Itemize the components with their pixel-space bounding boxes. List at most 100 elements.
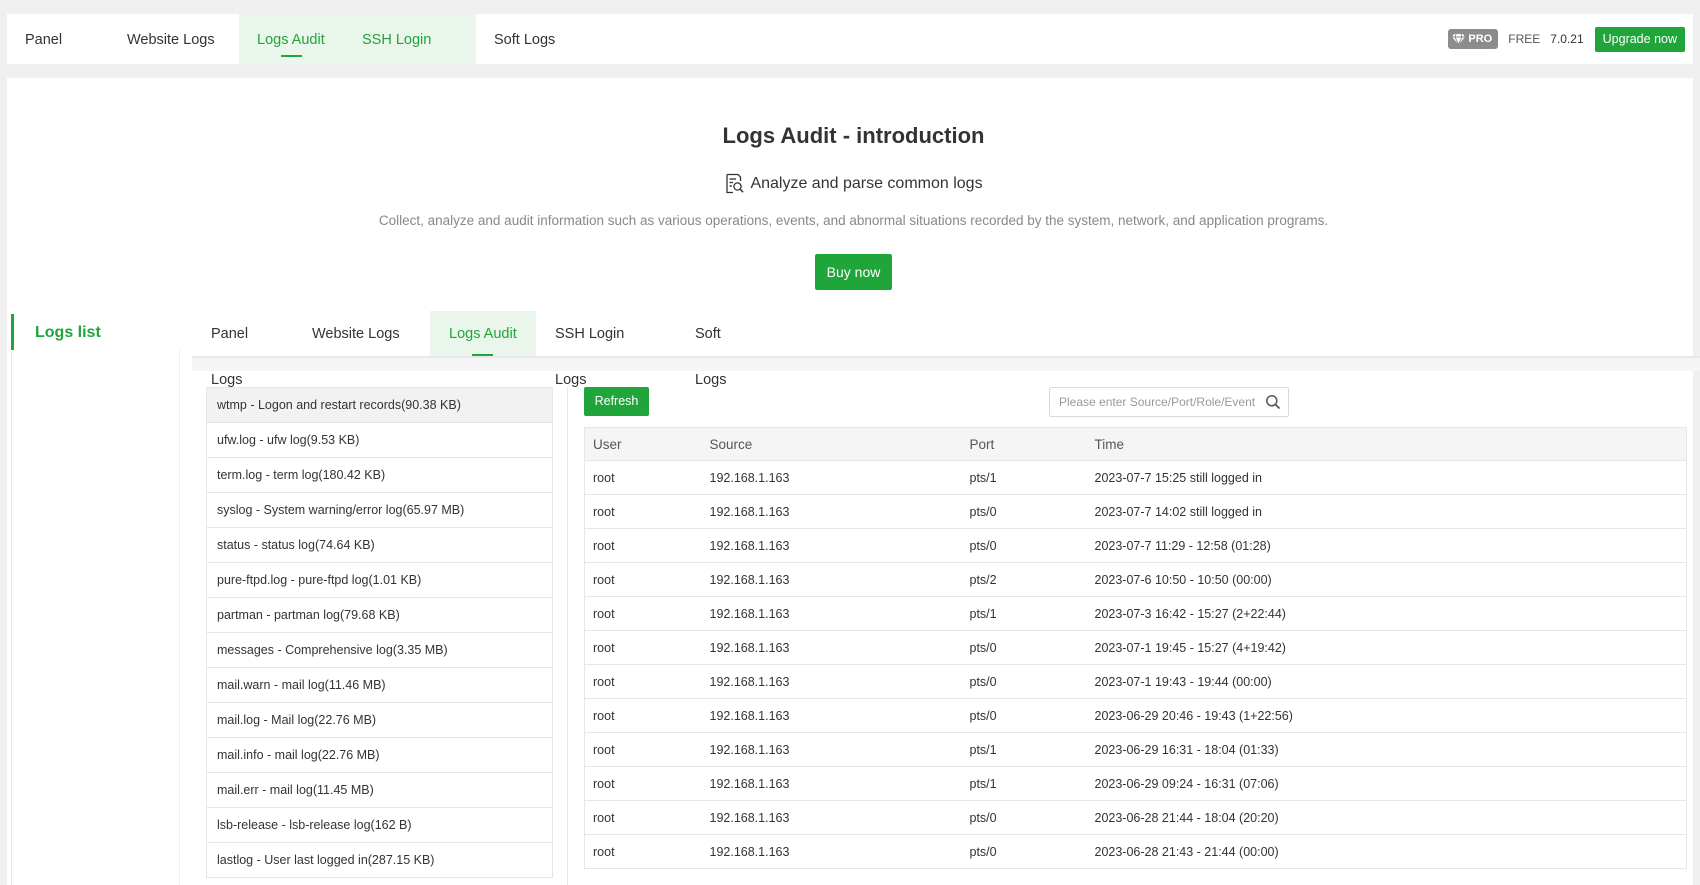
cell-time: 2023-06-29 20:46 - 19:43 (1+22:56): [1086, 698, 1687, 733]
tab-panel-logs[interactable]: Panel Logs: [7, 14, 109, 100]
tab-logs-audit[interactable]: Logs Audit: [239, 14, 344, 64]
cell-time: 2023-07-7 11:29 - 12:58 (01:28): [1086, 528, 1687, 563]
log-file-item[interactable]: term.log - term log(180.42 KB): [207, 458, 552, 493]
cell-user: root: [584, 732, 702, 767]
log-file-item[interactable]: lastlog - User last logged in(287.15 KB): [207, 843, 552, 878]
log-analysis-icon: [726, 173, 744, 194]
table-row: root 192.168.1.163 pts/0 2023-07-1 19:43 - …: [584, 664, 1687, 699]
cell-user: root: [584, 698, 702, 733]
cell-time: 2023-06-29 16:31 - 18:04 (01:33): [1086, 732, 1687, 767]
inner-tab-panel-logs[interactable]: Panel Logs: [192, 311, 293, 388]
table-row: root 192.168.1.163 pts/0 2023-06-29 20:46 -…: [584, 698, 1687, 733]
log-file-list: wtmp - Logon and restart records(90.38 K…: [206, 387, 553, 878]
cell-source: 192.168.1.163: [701, 664, 962, 699]
version-label: 7.0.21: [1550, 32, 1584, 46]
log-file-item[interactable]: ufw.log - ufw log(9.53 KB): [207, 423, 552, 458]
intro-subtitle-text: Analyze and parse common logs: [750, 174, 983, 192]
log-file-item[interactable]: lsb-release - lsb-release log(162 B): [207, 808, 552, 843]
log-file-item[interactable]: mail.log - Mail log(22.76 MB): [207, 703, 552, 738]
log-file-item[interactable]: messages - Comprehensive log(3.35 MB): [207, 633, 552, 668]
log-file-item[interactable]: mail.warn - mail log(11.46 MB): [207, 668, 552, 703]
cell-source: 192.168.1.163: [701, 766, 962, 801]
table-row: root 192.168.1.163 pts/1 2023-07-7 15:25 st…: [584, 460, 1687, 495]
refresh-button[interactable]: Refresh: [584, 387, 649, 416]
top-nav-bar: Panel Logs Website Logs Logs Audit SSH L…: [7, 14, 1693, 100]
free-label: FREE: [1508, 32, 1541, 46]
logs-list-indicator: [11, 314, 14, 350]
table-row: root 192.168.1.163 pts/1 2023-06-29 16:31 -…: [584, 732, 1687, 767]
column-header-source: Source: [701, 427, 962, 461]
cell-source: 192.168.1.163: [701, 630, 962, 665]
log-file-item[interactable]: pure-ftpd.log - pure-ftpd log(1.01 KB): [207, 563, 552, 598]
diamond-icon: [1452, 33, 1466, 45]
table-row: root 192.168.1.163 pts/1 2023-07-3 16:42 - …: [584, 596, 1687, 631]
cell-user: root: [584, 664, 702, 699]
search-box: [1049, 387, 1289, 417]
cell-user: root: [584, 596, 702, 631]
sidebar-item-logs-list[interactable]: Logs list: [35, 324, 101, 342]
table-row: root 192.168.1.163 pts/0 2023-07-7 14:02 st…: [584, 494, 1687, 529]
table-header-row: User Source Port Time: [584, 427, 1687, 461]
tab-soft-logs[interactable]: Soft Logs: [476, 14, 576, 64]
cell-source: 192.168.1.163: [701, 596, 962, 631]
intro-description: Collect, analyze and audit information s…: [378, 213, 1329, 228]
log-file-item[interactable]: syslog - System warning/error log(65.97 …: [207, 493, 552, 528]
cell-user: root: [584, 630, 702, 665]
cell-time: 2023-06-28 21:43 - 21:44 (00:00): [1086, 834, 1687, 869]
cell-source: 192.168.1.163: [701, 494, 962, 529]
column-header-user: User: [584, 427, 702, 461]
tab-website-logs[interactable]: Website Logs: [109, 14, 239, 64]
search-icon[interactable]: [1265, 394, 1281, 410]
log-file-item[interactable]: mail.err - mail log(11.45 MB): [207, 773, 552, 808]
top-tabs: Panel Logs Website Logs Logs Audit SSH L…: [7, 14, 576, 100]
table-row: root 192.168.1.163 pts/1 2023-06-29 09:24 -…: [584, 766, 1687, 801]
login-records-table: User Source Port Time root 192.168.1.163 p…: [584, 427, 1687, 869]
cell-user: root: [584, 800, 702, 835]
inner-tabs: Panel Logs Website Logs Logs Audit SSH L…: [192, 311, 773, 388]
cell-port: pts/1: [961, 732, 1087, 767]
buy-now-button[interactable]: Buy now: [815, 254, 892, 290]
pro-badge-label: PRO: [1468, 33, 1493, 45]
table-row: root 192.168.1.163 pts/0 2023-07-1 19:45 - …: [584, 630, 1687, 665]
cell-time: 2023-07-1 19:45 - 15:27 (4+19:42): [1086, 630, 1687, 665]
cell-port: pts/0: [961, 698, 1087, 733]
cell-user: root: [584, 766, 702, 801]
cell-port: pts/0: [961, 630, 1087, 665]
inner-tab-soft-logs[interactable]: Soft Logs: [676, 311, 773, 388]
inner-tab-website-logs[interactable]: Website Logs: [293, 311, 430, 356]
column-header-port: Port: [961, 427, 1087, 461]
cell-port: pts/0: [961, 834, 1087, 869]
cell-source: 192.168.1.163: [701, 460, 962, 495]
inner-tab-ssh-login-logs[interactable]: SSH Login Logs: [536, 311, 676, 388]
tab-ssh-login-logs[interactable]: SSH Login Logs: [344, 14, 476, 100]
cell-time: 2023-06-29 09:24 - 16:31 (07:06): [1086, 766, 1687, 801]
cell-source: 192.168.1.163: [701, 562, 962, 597]
cell-source: 192.168.1.163: [701, 800, 962, 835]
search-input[interactable]: [1050, 388, 1262, 416]
table-row: root 192.168.1.163 pts/0 2023-06-28 21:44 -…: [584, 800, 1687, 835]
pro-badge: PRO: [1448, 29, 1499, 49]
cell-user: root: [584, 528, 702, 563]
intro-subtitle: Analyze and parse common logs: [0, 173, 1700, 194]
header-right: PRO FREE 7.0.21 Upgrade now: [1448, 14, 1685, 64]
cell-time: 2023-07-1 19:43 - 19:44 (00:00): [1086, 664, 1687, 699]
inner-tabs-shade: [192, 358, 1700, 371]
cell-port: pts/1: [961, 596, 1087, 631]
upgrade-now-button[interactable]: Upgrade now: [1594, 26, 1685, 52]
intro-title: Logs Audit - introduction: [722, 123, 985, 148]
sidebar-border: [11, 350, 12, 885]
table-row: root 192.168.1.163 pts/0 2023-07-7 11:29 - …: [584, 528, 1687, 563]
cell-port: pts/1: [961, 460, 1087, 495]
cell-time: 2023-06-28 21:44 - 18:04 (20:20): [1086, 800, 1687, 835]
cell-user: root: [584, 562, 702, 597]
log-file-item[interactable]: status - status log(74.64 KB): [207, 528, 552, 563]
inner-tab-logs-audit[interactable]: Logs Audit: [430, 311, 536, 356]
sidebar-divider: [179, 350, 180, 885]
cell-source: 192.168.1.163: [701, 834, 962, 869]
cell-user: root: [584, 834, 702, 869]
cell-time: 2023-07-7 14:02 still logged in: [1086, 494, 1687, 529]
cell-time: 2023-07-3 16:42 - 15:27 (2+22:44): [1086, 596, 1687, 631]
log-file-item[interactable]: partman - partman log(79.68 KB): [207, 598, 552, 633]
log-file-item[interactable]: mail.info - mail log(22.76 MB): [207, 738, 552, 773]
log-file-item[interactable]: wtmp - Logon and restart records(90.38 K…: [207, 388, 552, 423]
